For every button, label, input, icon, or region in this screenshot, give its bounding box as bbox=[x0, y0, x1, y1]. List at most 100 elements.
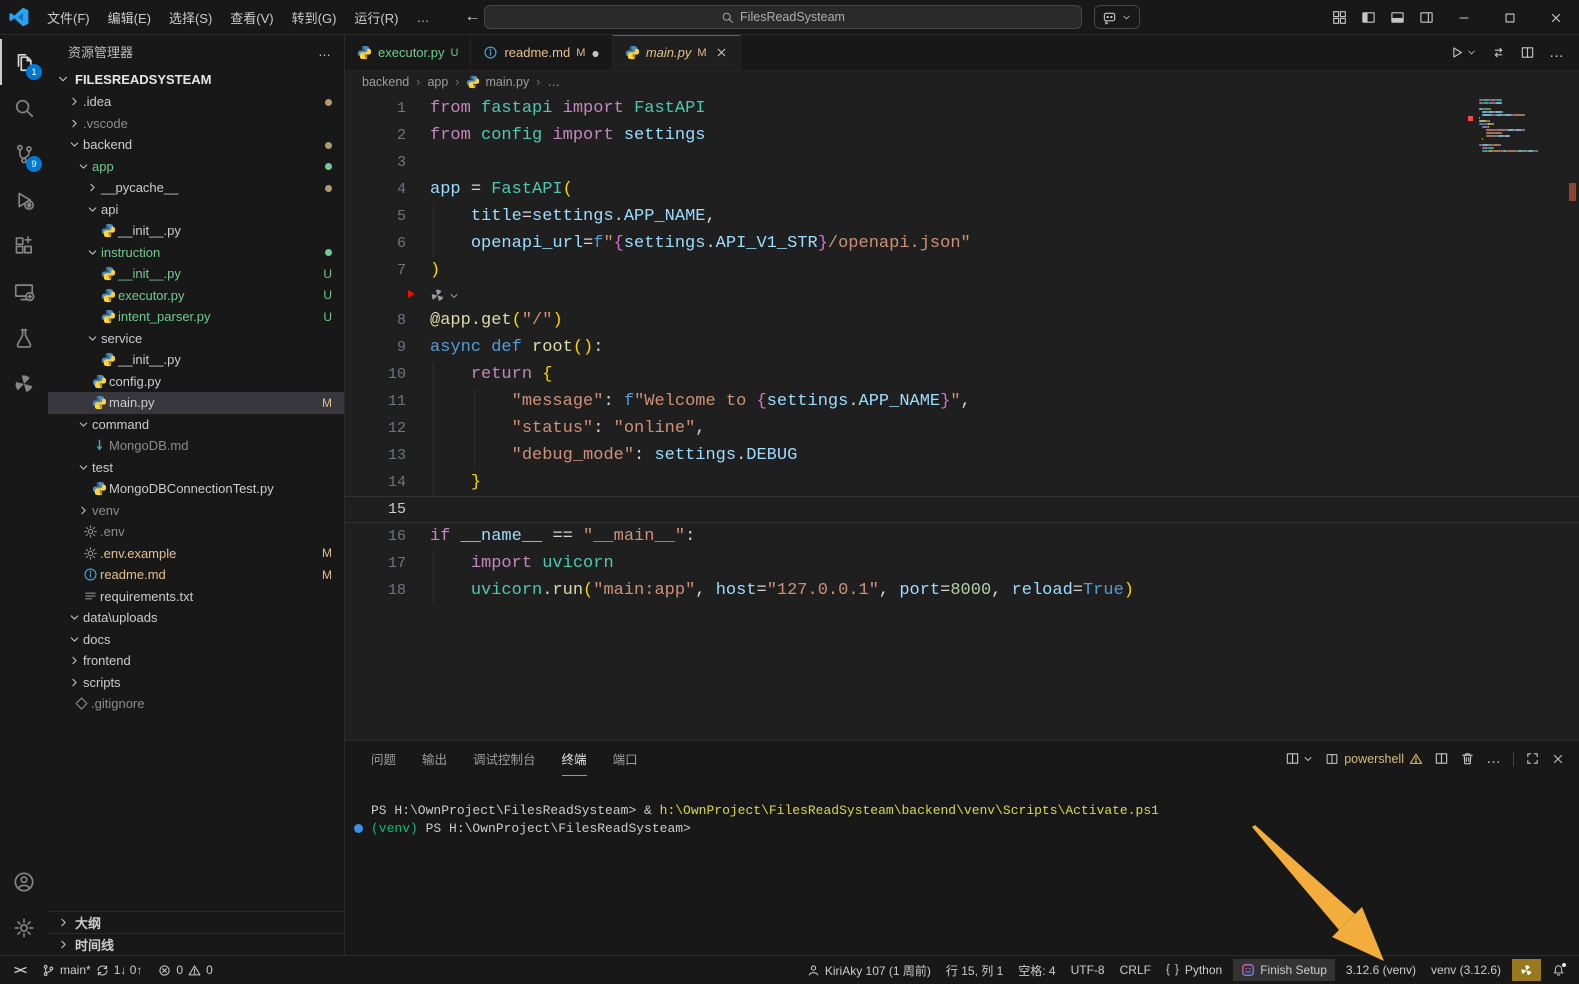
panel-right-icon[interactable] bbox=[1412, 0, 1441, 35]
tree-folder-.vscode[interactable]: .vscode bbox=[48, 113, 344, 135]
chevron-down-icon[interactable] bbox=[448, 290, 460, 302]
code-editor[interactable]: 1from fastapi import FastAPI2from config… bbox=[345, 93, 1579, 740]
terminal-entry-powershell[interactable]: powershell bbox=[1325, 752, 1423, 766]
tree-folder-.idea[interactable]: .idea bbox=[48, 91, 344, 113]
code-line-12[interactable]: 12 "status": "online", bbox=[345, 415, 1579, 442]
status-git-blame[interactable]: KiriAky 107 (1 周前) bbox=[803, 959, 935, 981]
panel-tab-调试控制台[interactable]: 调试控制台 bbox=[473, 741, 536, 776]
activity-ai-extension-icon[interactable] bbox=[0, 361, 48, 407]
layout-grid-icon[interactable] bbox=[1325, 0, 1354, 35]
tree-file-.env[interactable]: .env bbox=[48, 521, 344, 543]
breadcrumb-item[interactable]: app bbox=[427, 75, 448, 89]
code-line-6[interactable]: 6 openapi_url=f"{settings.API_V1_STR}/op… bbox=[345, 230, 1579, 257]
code-line-5[interactable]: 5 title=settings.APP_NAME, bbox=[345, 203, 1579, 230]
window-minimize-button[interactable] bbox=[1441, 0, 1487, 35]
tree-file-readme.md[interactable]: readme.mdM bbox=[48, 564, 344, 586]
code-line-15[interactable]: 15 bbox=[345, 496, 1579, 523]
tree-file-__init__.py[interactable]: __init__.py bbox=[48, 349, 344, 371]
status-ai-extension-status[interactable] bbox=[1512, 959, 1541, 981]
code-line-3[interactable]: 3 bbox=[345, 149, 1579, 176]
tree-file-requirements.txt[interactable]: requirements.txt bbox=[48, 586, 344, 608]
breadcrumb[interactable]: backend›app›main.py›… bbox=[345, 71, 1579, 93]
activity-search-icon[interactable] bbox=[0, 85, 48, 131]
dirty-dot-icon[interactable]: ● bbox=[591, 45, 599, 61]
window-maximize-button[interactable] bbox=[1487, 0, 1533, 35]
tree-folder-service[interactable]: service bbox=[48, 328, 344, 350]
tree-file-config.py[interactable]: config.py bbox=[48, 371, 344, 393]
tree-folder-__pycache__[interactable]: __pycache__ bbox=[48, 177, 344, 199]
menu-more[interactable]: … bbox=[407, 0, 438, 35]
tree-file-MongoDB.md[interactable]: MongoDB.md bbox=[48, 435, 344, 457]
status-indentation[interactable]: 空格: 4 bbox=[1014, 959, 1059, 981]
code-line-9[interactable]: 9async def root(): bbox=[345, 334, 1579, 361]
inline-ai-widget[interactable] bbox=[345, 284, 1579, 307]
tree-folder-command[interactable]: command bbox=[48, 414, 344, 436]
command-center-search[interactable]: FilesReadSysteam bbox=[484, 5, 1082, 29]
activity-extensions-icon[interactable] bbox=[0, 223, 48, 269]
panel-tab-端口[interactable]: 端口 bbox=[613, 741, 638, 776]
breadcrumb-item[interactable]: main.py bbox=[466, 75, 529, 89]
code-line-7[interactable]: 7) bbox=[345, 257, 1579, 284]
more-actions-icon[interactable]: … bbox=[1549, 44, 1565, 62]
project-root-row[interactable]: FILESREADSYSTEAM bbox=[48, 67, 344, 91]
menu-文件(F)[interactable]: 文件(F) bbox=[38, 0, 99, 35]
status-cursor-position[interactable]: 行 15, 列 1 bbox=[942, 959, 1007, 981]
tree-file-__init__.py[interactable]: __init__.pyU bbox=[48, 263, 344, 285]
code-line-14[interactable]: 14 } bbox=[345, 469, 1579, 496]
tree-folder-api[interactable]: api bbox=[48, 199, 344, 221]
split-terminal-icon[interactable] bbox=[1434, 751, 1449, 766]
open-changes-icon[interactable] bbox=[1491, 45, 1506, 60]
maximize-panel-icon[interactable] bbox=[1525, 751, 1540, 766]
panel-tab-问题[interactable]: 问题 bbox=[371, 741, 396, 776]
status-python-interpreter[interactable]: 3.12.6 (venv) bbox=[1342, 959, 1420, 981]
code-line-11[interactable]: 11 "message": f"Welcome to {settings.APP… bbox=[345, 388, 1579, 415]
menu-转到(G)[interactable]: 转到(G) bbox=[283, 0, 346, 35]
minimap[interactable] bbox=[1479, 99, 1563, 153]
menu-运行(R)[interactable]: 运行(R) bbox=[345, 0, 407, 35]
status-notifications[interactable] bbox=[1548, 959, 1569, 981]
close-panel-icon[interactable] bbox=[1551, 752, 1565, 766]
close-icon[interactable] bbox=[715, 46, 728, 59]
status-finish-setup[interactable]: Finish Setup bbox=[1233, 959, 1335, 981]
tree-folder-venv[interactable]: venv bbox=[48, 500, 344, 522]
tree-folder-data-uploads[interactable]: data\uploads bbox=[48, 607, 344, 629]
activity-explorer-icon[interactable]: 1 bbox=[0, 39, 48, 85]
activity-remote-explorer-icon[interactable] bbox=[0, 269, 48, 315]
panel-bottom-icon[interactable] bbox=[1383, 0, 1412, 35]
menu-选择(S)[interactable]: 选择(S) bbox=[160, 0, 221, 35]
run-python-button[interactable] bbox=[1449, 45, 1477, 60]
more-actions-icon[interactable]: … bbox=[1486, 750, 1502, 767]
status-problems[interactable]: 00 bbox=[154, 959, 216, 981]
tree-file-intent_parser.py[interactable]: intent_parser.pyU bbox=[48, 306, 344, 328]
breadcrumb-item[interactable]: backend bbox=[362, 75, 409, 89]
code-line-1[interactable]: 1from fastapi import FastAPI bbox=[345, 95, 1579, 122]
status-eol[interactable]: CRLF bbox=[1116, 959, 1155, 981]
tree-folder-app[interactable]: app bbox=[48, 156, 344, 178]
activity-accounts-icon[interactable] bbox=[0, 859, 48, 905]
tree-file-main.py[interactable]: main.pyM bbox=[48, 392, 344, 414]
status-python-env[interactable]: venv (3.12.6) bbox=[1427, 959, 1505, 981]
tree-folder-backend[interactable]: backend bbox=[48, 134, 344, 156]
panel-tab-终端[interactable]: 终端 bbox=[562, 741, 587, 776]
menu-编辑(E)[interactable]: 编辑(E) bbox=[99, 0, 160, 35]
more-actions-icon[interactable]: … bbox=[318, 44, 332, 59]
tab-readme.md[interactable]: readme.mdM● bbox=[471, 35, 612, 70]
status-language-mode[interactable]: { }Python bbox=[1162, 959, 1226, 981]
code-line-8[interactable]: 8@app.get("/") bbox=[345, 307, 1579, 334]
activity-source-control-icon[interactable]: 9 bbox=[0, 131, 48, 177]
code-line-13[interactable]: 13 "debug_mode": settings.DEBUG bbox=[345, 442, 1579, 469]
panel-left-icon[interactable] bbox=[1354, 0, 1383, 35]
code-line-2[interactable]: 2from config import settings bbox=[345, 122, 1579, 149]
code-line-10[interactable]: 10 return { bbox=[345, 361, 1579, 388]
tree-file-MongoDBConnectionTest.py[interactable]: MongoDBConnectionTest.py bbox=[48, 478, 344, 500]
ai-swirl-icon[interactable] bbox=[430, 288, 445, 303]
tree-file-.gitignore[interactable]: .gitignore bbox=[48, 693, 344, 715]
activity-settings-icon[interactable] bbox=[0, 905, 48, 951]
sidebar-section-时间线[interactable]: 时间线 bbox=[48, 933, 344, 955]
code-line-4[interactable]: 4app = FastAPI( bbox=[345, 176, 1579, 203]
tab-executor.py[interactable]: executor.pyU bbox=[345, 35, 471, 70]
activity-run-debug-icon[interactable] bbox=[0, 177, 48, 223]
tree-folder-frontend[interactable]: frontend bbox=[48, 650, 344, 672]
tree-file-__init__.py[interactable]: __init__.py bbox=[48, 220, 344, 242]
code-line-17[interactable]: 17 import uvicorn bbox=[345, 550, 1579, 577]
